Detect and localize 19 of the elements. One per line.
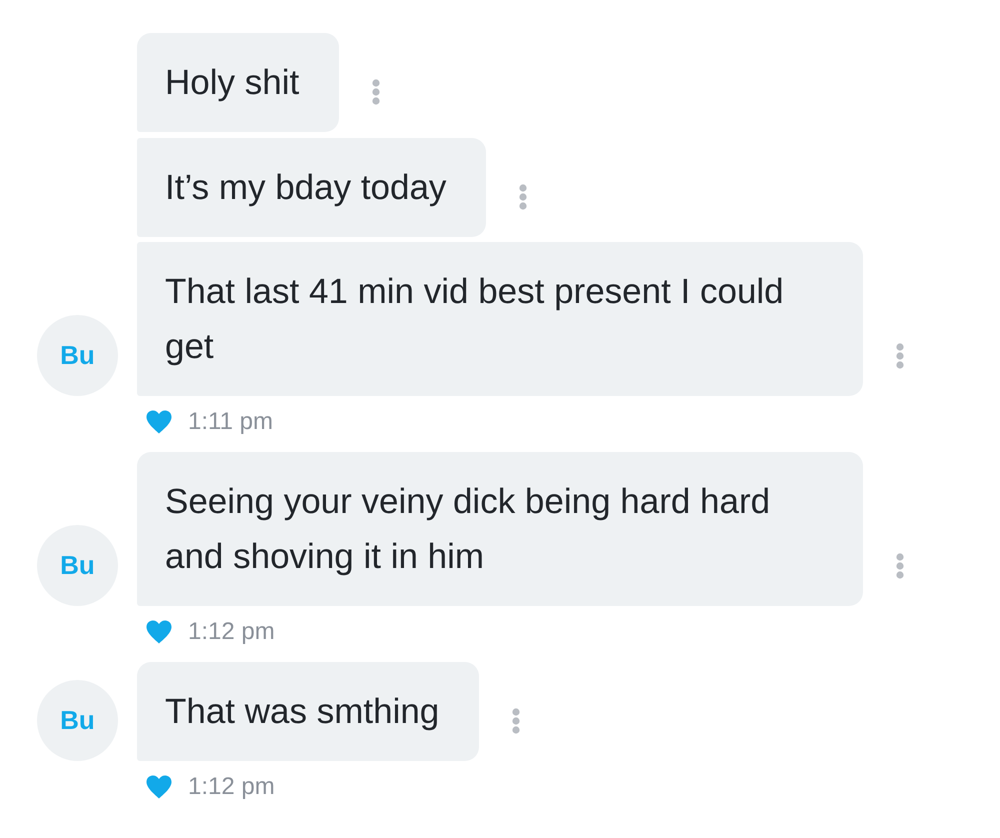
message-time: 1:12 pm xyxy=(188,618,275,646)
message-bubble: Holy shit xyxy=(137,33,340,132)
more-menu-icon[interactable] xyxy=(896,553,904,579)
avatar: Bu xyxy=(37,315,118,396)
message-time: 1:11 pm xyxy=(188,408,273,436)
heart-icon[interactable] xyxy=(146,775,172,799)
more-menu-icon[interactable] xyxy=(896,343,904,369)
more-menu-icon[interactable] xyxy=(372,79,380,105)
more-menu-icon[interactable] xyxy=(519,184,528,210)
message-bubble: It’s my bday today xyxy=(137,138,486,236)
message-bubble: Seeing your veiny dick being hard hard and shoving it in him xyxy=(137,452,863,606)
avatar: Bu xyxy=(37,525,118,606)
message-bubble: That was smthing xyxy=(137,662,480,761)
message-bubble: That last 41 min vid best present I could get xyxy=(137,242,863,396)
message-time: 1:12 pm xyxy=(188,773,275,801)
more-menu-icon[interactable] xyxy=(512,708,520,734)
heart-icon[interactable] xyxy=(146,620,172,644)
avatar: Bu xyxy=(37,680,118,761)
heart-icon[interactable] xyxy=(146,410,172,434)
